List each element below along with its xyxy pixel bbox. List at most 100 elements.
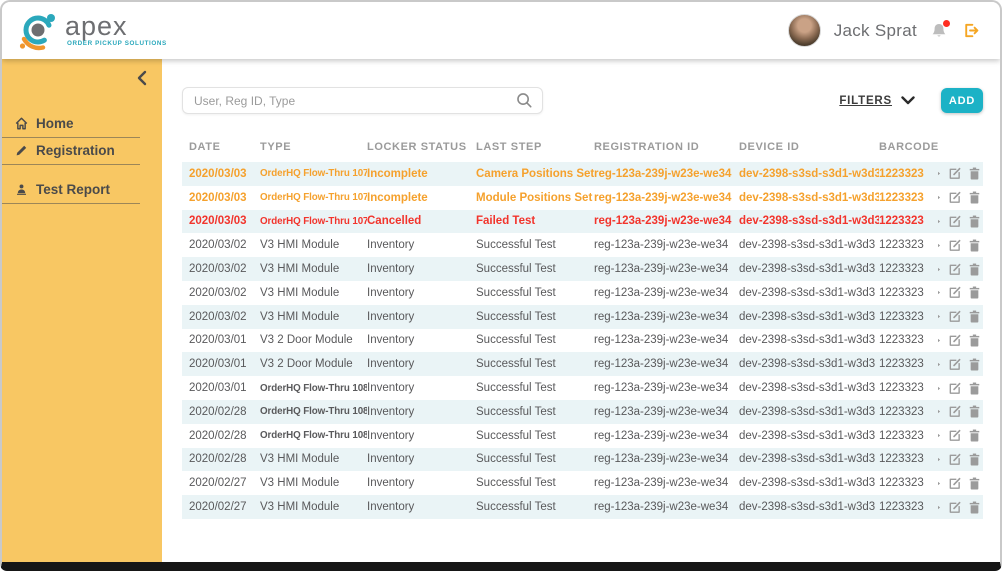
table-row[interactable]: 2020/03/03OrderHQ Flow-Thru 107Incomplet… [182, 186, 983, 210]
row-actions [938, 358, 983, 371]
cell-type: OrderHQ Flow-Thru 107 [260, 216, 367, 227]
cell-device-id: dev-2398-s3sd-s3d1-w3d3 [739, 192, 879, 204]
delete-icon[interactable] [969, 286, 980, 299]
edit-icon[interactable] [948, 453, 961, 466]
table-header-row: DATETYPELOCKER STATUSLAST STEPREGISTRATI… [182, 141, 983, 162]
delete-icon[interactable] [969, 453, 980, 466]
table-row[interactable]: 2020/03/01V3 2 Door ModuleInventorySucce… [182, 352, 983, 376]
sidebar-item-home[interactable]: Home [2, 111, 140, 138]
delete-icon[interactable] [969, 429, 980, 442]
edit-icon[interactable] [948, 501, 961, 514]
view-icon[interactable] [938, 430, 940, 441]
table-row[interactable]: 2020/02/28V3 HMI ModuleInventorySuccessf… [182, 448, 983, 472]
delete-icon[interactable] [969, 334, 980, 347]
cell-barcode: 1223323 [879, 215, 938, 227]
view-icon[interactable] [938, 287, 940, 298]
edit-icon[interactable] [948, 263, 961, 276]
toolbar-right: FILTERS ADD [839, 88, 983, 113]
edit-icon[interactable] [948, 429, 961, 442]
sidebar-item-registration[interactable]: Registration [2, 138, 140, 165]
view-icon[interactable] [938, 478, 940, 489]
row-actions [938, 334, 983, 347]
table-row[interactable]: 2020/03/02V3 HMI ModuleInventorySuccessf… [182, 257, 983, 281]
cell-registration-id: reg-123a-239j-w23e-we34 [594, 263, 739, 275]
delete-icon[interactable] [969, 501, 980, 514]
table-row[interactable]: 2020/03/03OrderHQ Flow-Thru 107Cancelled… [182, 210, 983, 234]
delete-icon[interactable] [969, 477, 980, 490]
table-row[interactable]: 2020/02/27V3 HMI ModuleInventorySuccessf… [182, 495, 983, 519]
cell-last-step: Successful Test [476, 263, 594, 275]
delete-icon[interactable] [969, 191, 980, 204]
edit-icon[interactable] [948, 167, 961, 180]
edit-icon[interactable] [948, 215, 961, 228]
filters-dropdown[interactable]: FILTERS [839, 95, 915, 107]
delete-icon[interactable] [969, 310, 980, 323]
home-icon [15, 117, 28, 130]
sidebar-item-test-report[interactable]: Test Report [2, 177, 140, 204]
view-icon[interactable] [938, 383, 940, 394]
table-row[interactable]: 2020/02/27V3 HMI ModuleInventorySuccessf… [182, 471, 983, 495]
view-icon[interactable] [938, 216, 940, 227]
edit-icon[interactable] [948, 405, 961, 418]
filters-label: FILTERS [839, 95, 892, 107]
table-row[interactable]: 2020/02/28OrderHQ Flow-Thru 108Inventory… [182, 424, 983, 448]
cell-last-step: Successful Test [476, 287, 594, 299]
table-row[interactable]: 2020/03/02V3 HMI ModuleInventorySuccessf… [182, 233, 983, 257]
add-button[interactable]: ADD [941, 88, 983, 113]
edit-icon[interactable] [948, 334, 961, 347]
delete-icon[interactable] [969, 358, 980, 371]
user-avatar[interactable] [788, 14, 821, 47]
delete-icon[interactable] [969, 167, 980, 180]
view-icon[interactable] [938, 264, 940, 275]
view-icon[interactable] [938, 359, 940, 370]
view-icon[interactable] [938, 335, 940, 346]
cell-date: 2020/03/02 [189, 239, 260, 251]
delete-icon[interactable] [969, 405, 980, 418]
table-row[interactable]: 2020/03/02V3 HMI ModuleInventorySuccessf… [182, 305, 983, 329]
cell-date: 2020/03/01 [189, 358, 260, 370]
edit-icon[interactable] [948, 191, 961, 204]
edit-icon[interactable] [948, 286, 961, 299]
cell-type: V3 HMI Module [260, 501, 367, 513]
edit-icon[interactable] [948, 382, 961, 395]
chevron-down-icon [901, 96, 915, 105]
edit-icon[interactable] [948, 239, 961, 252]
table-row[interactable]: 2020/03/01V3 2 Door ModuleInventorySucce… [182, 329, 983, 353]
edit-icon[interactable] [948, 310, 961, 323]
view-icon[interactable] [938, 406, 940, 417]
view-icon[interactable] [938, 192, 940, 203]
cell-last-step: Camera Positions Set [476, 168, 594, 180]
search-input[interactable] [183, 94, 516, 108]
cell-registration-id: reg-123a-239j-w23e-we34 [594, 334, 739, 346]
row-actions [938, 405, 983, 418]
search-icon[interactable] [516, 92, 533, 109]
row-actions [938, 477, 983, 490]
cell-last-step: Successful Test [476, 477, 594, 489]
cell-registration-id: reg-123a-239j-w23e-we34 [594, 239, 739, 251]
brand-name: apex [65, 13, 167, 40]
delete-icon[interactable] [969, 263, 980, 276]
cell-date: 2020/02/28 [189, 430, 260, 442]
cell-locker-status: Inventory [367, 453, 476, 465]
cell-type: OrderHQ Flow-Thru 107 [260, 168, 367, 179]
cell-type: V3 2 Door Module [260, 358, 367, 370]
view-icon[interactable] [938, 311, 940, 322]
view-icon[interactable] [938, 454, 940, 465]
view-icon[interactable] [938, 240, 940, 251]
table-row[interactable]: 2020/02/28OrderHQ Flow-Thru 108Inventory… [182, 400, 983, 424]
view-icon[interactable] [938, 502, 940, 513]
column-header: LOCKER STATUS [367, 141, 476, 153]
delete-icon[interactable] [969, 239, 980, 252]
edit-icon[interactable] [948, 477, 961, 490]
view-icon[interactable] [938, 168, 940, 179]
edit-icon[interactable] [948, 358, 961, 371]
notifications-bell-icon[interactable] [930, 22, 948, 40]
table-row[interactable]: 2020/03/02V3 HMI ModuleInventorySuccessf… [182, 281, 983, 305]
logout-icon[interactable] [961, 21, 980, 40]
sidebar-collapse-icon[interactable] [136, 69, 148, 92]
delete-icon[interactable] [969, 382, 980, 395]
cell-date: 2020/03/03 [189, 215, 260, 227]
table-row[interactable]: 2020/03/03OrderHQ Flow-Thru 107Incomplet… [182, 162, 983, 186]
table-row[interactable]: 2020/03/01OrderHQ Flow-Thru 108Inventory… [182, 376, 983, 400]
delete-icon[interactable] [969, 215, 980, 228]
